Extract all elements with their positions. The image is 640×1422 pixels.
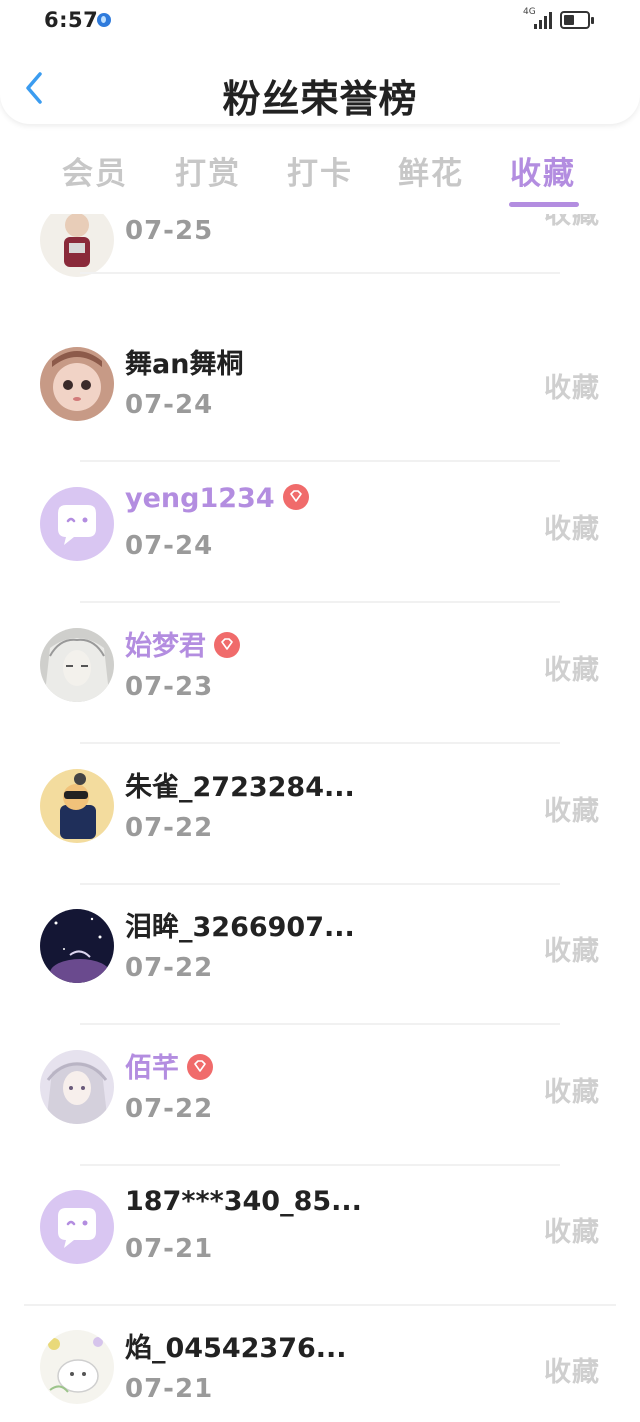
- divider: [80, 272, 560, 274]
- doll-face-avatar[interactable]: [40, 347, 114, 421]
- anime-sketch-avatar[interactable]: [40, 628, 114, 702]
- list-item[interactable]: yeng1234 07-24 收藏: [0, 461, 640, 603]
- list-item[interactable]: 泪眸_3266907... 07-22 收藏: [0, 883, 640, 1025]
- fan-name: 泪眸_3266907...: [125, 912, 355, 943]
- list-item[interactable]: 佰芊 07-22 收藏: [0, 1024, 640, 1166]
- fan-name: 始梦君: [125, 624, 240, 663]
- fan-name: 朱雀_2723284...: [125, 772, 355, 803]
- fan-name: 佰芊: [125, 1046, 213, 1085]
- fan-name: 焰_04542376...: [125, 1333, 347, 1364]
- favorite-label: 收藏: [544, 514, 600, 545]
- favorite-label: 收藏: [544, 655, 600, 686]
- active-tab-indicator: [509, 202, 579, 207]
- flower-animal-avatar[interactable]: [40, 1330, 114, 1404]
- night-sky-avatar[interactable]: [40, 909, 114, 983]
- fan-date: 07-22: [125, 953, 214, 983]
- status-bar: 6:57 4G: [0, 0, 640, 40]
- fan-list[interactable]: 07-25 收藏 舞an舞桐 07-24 收藏 yeng1234 07-24 收…: [0, 214, 640, 1422]
- default-chat-avatar[interactable]: [40, 1190, 114, 1264]
- favorite-label: 收藏: [544, 1077, 600, 1108]
- list-item[interactable]: 始梦君 07-23 收藏: [0, 602, 640, 744]
- app-notification-icon: [97, 13, 111, 27]
- fan-name: 187***340_85...: [125, 1186, 362, 1217]
- vip-diamond-icon: [214, 631, 240, 658]
- page-title: 粉丝荣誉榜: [222, 77, 418, 121]
- vip-diamond-icon: [282, 483, 309, 510]
- vip-diamond-icon: [187, 1053, 213, 1080]
- header-bar: 6:57 4G 粉丝荣誉榜: [0, 0, 640, 124]
- list-item[interactable]: 07-25 收藏: [0, 214, 640, 306]
- tab-member[interactable]: 会员: [62, 148, 128, 193]
- fan-date: 07-23: [125, 672, 214, 702]
- fan-date: 07-21: [125, 1374, 214, 1404]
- anime-girl-avatar[interactable]: [40, 1050, 114, 1124]
- fan-name: 舞an舞桐: [125, 349, 244, 380]
- favorite-label: 收藏: [544, 214, 600, 230]
- cartoon-avatar[interactable]: [40, 769, 114, 843]
- list-item[interactable]: 朱雀_2723284... 07-22 收藏: [0, 743, 640, 885]
- list-item[interactable]: 舞an舞桐 07-24 收藏: [0, 320, 640, 462]
- favorite-label: 收藏: [544, 796, 600, 827]
- tab-bar: 会员 打赏 打卡 鲜花 收藏: [0, 132, 640, 214]
- signal-icon: [534, 12, 554, 29]
- fan-date: 07-24: [125, 390, 214, 420]
- fan-date: 07-24: [125, 531, 214, 561]
- battery-icon: [560, 11, 594, 29]
- tab-favorites[interactable]: 收藏: [510, 148, 576, 193]
- favorite-label: 收藏: [544, 373, 600, 404]
- tab-reward[interactable]: 打赏: [175, 148, 241, 193]
- tab-flowers[interactable]: 鲜花: [398, 148, 464, 193]
- favorite-label: 收藏: [544, 1357, 600, 1388]
- list-item[interactable]: 焰_04542376... 07-21 收藏: [0, 1304, 640, 1422]
- fan-date: 07-25: [125, 216, 214, 246]
- status-time: 6:57: [44, 8, 99, 32]
- doll-avatar[interactable]: [40, 214, 114, 277]
- fan-name: yeng1234: [125, 483, 309, 514]
- list-item[interactable]: 187***340_85... 07-21 收藏: [0, 1164, 640, 1306]
- favorite-label: 收藏: [544, 936, 600, 967]
- favorite-label: 收藏: [544, 1217, 600, 1248]
- tab-checkin[interactable]: 打卡: [287, 148, 353, 193]
- fan-date: 07-22: [125, 1094, 214, 1124]
- default-chat-avatar[interactable]: [40, 487, 114, 561]
- fan-date: 07-22: [125, 813, 214, 843]
- fan-date: 07-21: [125, 1234, 214, 1264]
